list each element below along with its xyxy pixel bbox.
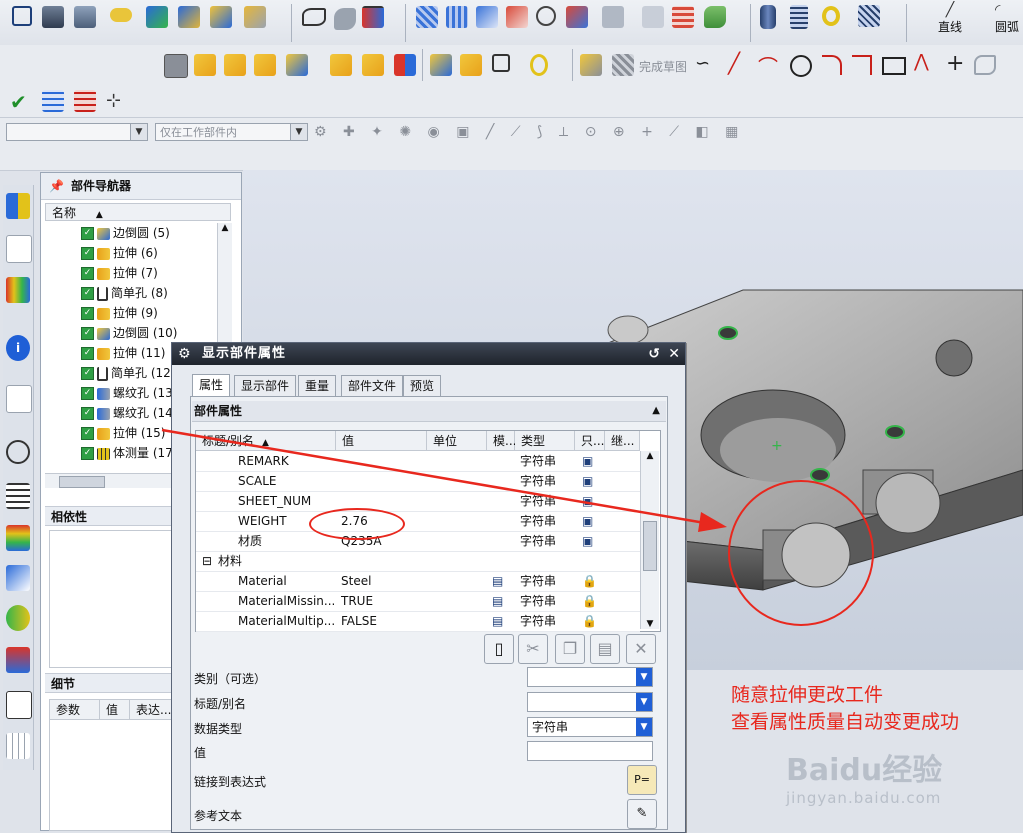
arrow-head bbox=[698, 512, 727, 532]
baidu-watermark: Baidu经验 jingyan.baidu.com bbox=[786, 745, 942, 807]
watermark-url: jingyan.baidu.com bbox=[786, 789, 942, 807]
watermark-logo: Baidu经验 bbox=[786, 753, 943, 788]
annotation-arrow bbox=[161, 428, 727, 532]
arrow-line bbox=[161, 428, 706, 525]
